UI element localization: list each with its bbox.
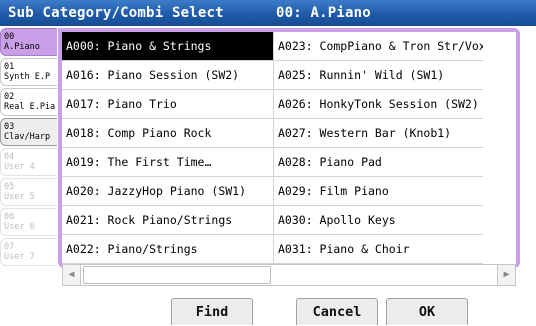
list-item[interactable]: A000: Piano & Strings [62, 32, 273, 61]
list-item[interactable]: A031: Piano & Choir [274, 235, 483, 264]
list-item[interactable]: A023: CompPiano & Tron Str/Vox [274, 32, 483, 61]
tab-label: Synth E.P [4, 72, 51, 82]
scroll-right-button[interactable]: ▶ [497, 265, 515, 285]
tab-label: User 4 [4, 162, 35, 172]
horizontal-scrollbar[interactable]: ◀ ▶ [62, 264, 516, 286]
tab-clav-harp[interactable]: 03 Clav/Harp [0, 118, 57, 146]
list-item[interactable]: A021: Rock Piano/Strings [62, 206, 273, 235]
list-item[interactable]: A025: Runnin' Wild (SW1) [274, 61, 483, 90]
list-item[interactable]: A016: Piano Session (SW2) [62, 61, 273, 90]
tab-number: 02 [4, 92, 15, 102]
current-program: 00: A.Piano [276, 5, 371, 21]
tab-number: 03 [4, 122, 15, 132]
combi-list: A000: Piano & Strings A016: Piano Sessio… [62, 32, 516, 264]
list-item[interactable]: A020: JazzyHop Piano (SW1) [62, 177, 273, 206]
tab-label: User 5 [4, 192, 35, 202]
tab-number: 00 [4, 32, 15, 42]
tab-user-7[interactable]: 07 User 7 [0, 238, 57, 266]
arrow-right-icon: ▶ [503, 269, 510, 280]
tab-real-epia[interactable]: 02 Real E.Pia [0, 88, 57, 116]
arrow-left-icon: ◀ [68, 269, 75, 280]
tab-number: 04 [4, 152, 15, 162]
list-item[interactable]: A019: The First Time… [62, 148, 273, 177]
list-column-left: A000: Piano & Strings A016: Piano Sessio… [62, 32, 273, 264]
tab-user-6[interactable]: 06 User 6 [0, 208, 57, 236]
tab-label: A.Piano [4, 42, 40, 52]
list-item[interactable]: A029: Film Piano [274, 177, 483, 206]
category-tabs: 00 A.Piano 01 Synth E.P 02 Real E.Pia 03… [0, 28, 58, 268]
tab-label: User 7 [4, 252, 35, 262]
tab-label: Clav/Harp [4, 132, 51, 142]
cancel-button[interactable]: Cancel [296, 298, 378, 325]
window-title: Sub Category/Combi Select [8, 5, 224, 21]
tab-label: User 6 [4, 222, 35, 232]
tab-number: 07 [4, 242, 15, 252]
ok-button[interactable]: OK [386, 298, 468, 325]
scrollbar-thumb[interactable] [83, 266, 271, 284]
tab-synth-ep[interactable]: 01 Synth E.P [0, 58, 57, 86]
list-item[interactable]: A027: Western Bar (Knob1) [274, 119, 483, 148]
find-button[interactable]: Find [171, 298, 253, 325]
title-bar: Sub Category/Combi Select 00: A.Piano [0, 0, 536, 26]
tab-user-5[interactable]: 05 User 5 [0, 178, 57, 206]
tab-user-4[interactable]: 04 User 4 [0, 148, 57, 176]
list-item[interactable]: A022: Piano/Strings [62, 235, 273, 264]
tab-label: Real E.Pia [4, 102, 56, 112]
list-item[interactable]: A018: Comp Piano Rock [62, 119, 273, 148]
list-item[interactable]: A026: HonkyTonk Session (SW2) [274, 90, 483, 119]
list-item[interactable]: A017: Piano Trio [62, 90, 273, 119]
scroll-left-button[interactable]: ◀ [63, 265, 81, 285]
list-item[interactable]: A028: Piano Pad [274, 148, 483, 177]
tab-a-piano[interactable]: 00 A.Piano [0, 28, 57, 56]
list-column-right: A023: CompPiano & Tron Str/Vox A025: Run… [273, 32, 483, 264]
list-item[interactable]: A030: Apollo Keys [274, 206, 483, 235]
tab-number: 05 [4, 182, 15, 192]
tab-number: 01 [4, 62, 15, 72]
tab-number: 06 [4, 212, 15, 222]
